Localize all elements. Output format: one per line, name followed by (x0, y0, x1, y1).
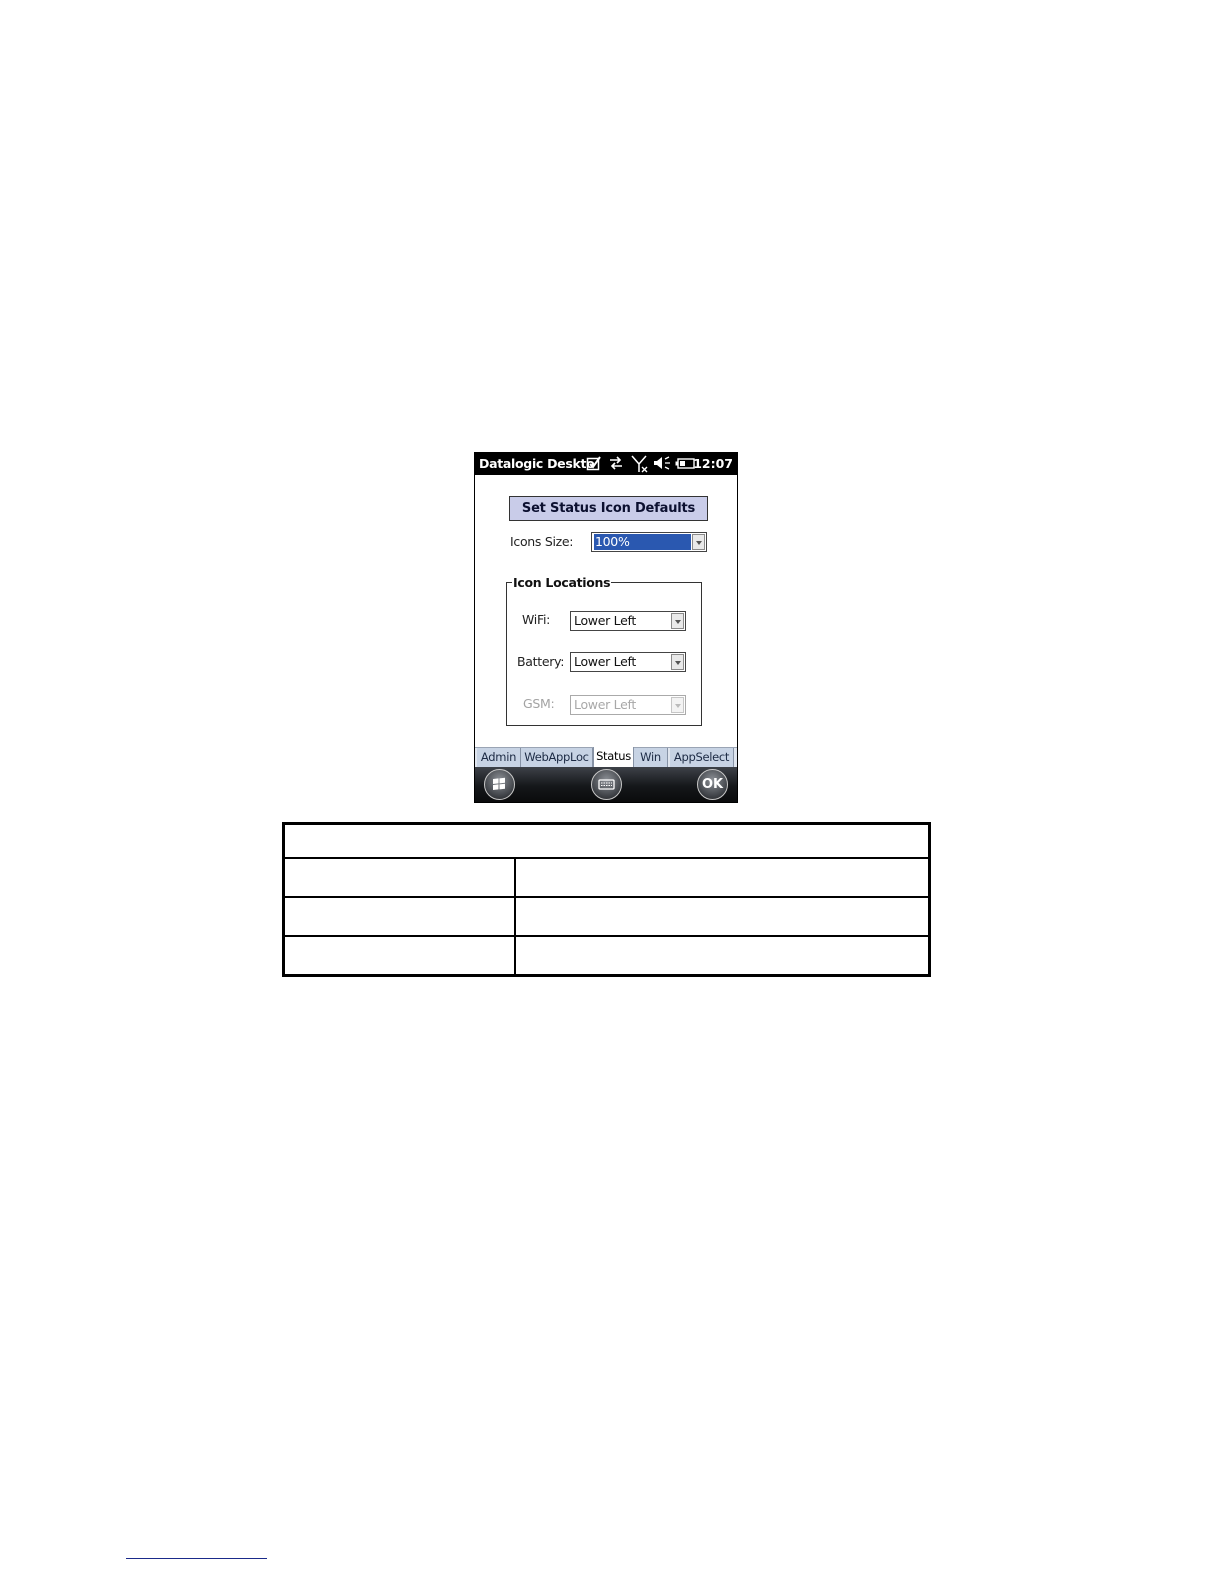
table-header-cell (282, 822, 931, 859)
tab-appselect[interactable]: AppSelect (670, 748, 734, 767)
table-cell (514, 935, 931, 977)
footnote-rule (126, 1558, 267, 1559)
tab-status[interactable]: Status (593, 747, 634, 767)
wifi-label: WiFi: (522, 612, 551, 627)
keyboard-icon[interactable] (591, 769, 622, 800)
table-cell (282, 896, 516, 937)
tab-webapploc[interactable]: WebAppLoc (521, 748, 593, 767)
sync-arrows-icon[interactable] (608, 455, 624, 476)
table-cell (282, 857, 516, 898)
table-row (282, 935, 931, 977)
dropdown-arrow-icon (671, 697, 684, 713)
tab-win[interactable]: Win (634, 748, 668, 767)
dropdown-arrow-icon[interactable] (671, 613, 684, 629)
icons-size-dropdown[interactable]: 100% (591, 532, 707, 552)
table-row (282, 857, 931, 898)
table-cell (282, 935, 516, 977)
set-status-icon-defaults-button[interactable]: Set Status Icon Defaults (509, 496, 708, 521)
table-cell (514, 857, 931, 898)
table-cell (514, 896, 931, 937)
clock[interactable]: 12:07 (693, 456, 733, 471)
gsm-label: GSM: (523, 696, 555, 711)
wifi-location-value: Lower Left (574, 613, 636, 628)
settings-panel: Set Status Icon Defaults Icons Size: 100… (475, 475, 737, 747)
ok-button[interactable]: OK (697, 769, 728, 800)
icon-locations-title: Icon Locations (512, 575, 612, 590)
dropdown-arrow-icon[interactable] (671, 654, 684, 670)
status-bar: Datalogic Deskto 12:07 (475, 453, 737, 475)
battery-location-dropdown[interactable]: Lower Left (570, 652, 686, 672)
battery-label: Battery: (517, 654, 565, 669)
windows-flag-icon[interactable] (484, 769, 515, 800)
speaker-muted-icon[interactable] (653, 455, 671, 476)
tab-strip: Admin WebAppLoc Status Win AppSelect (475, 747, 737, 767)
icons-size-value: 100% (594, 534, 691, 550)
app-title[interactable]: Datalogic Deskto (479, 456, 595, 471)
checkbox-icon[interactable] (586, 455, 602, 476)
gsm-location-value: Lower Left (574, 697, 636, 712)
table-header-row (282, 822, 931, 859)
icons-size-label: Icons Size: (510, 534, 574, 549)
wifi-location-dropdown[interactable]: Lower Left (570, 611, 686, 631)
document-table (282, 822, 931, 977)
table-row (282, 896, 931, 937)
gsm-location-dropdown: Lower Left (570, 695, 686, 715)
battery-location-value: Lower Left (574, 654, 636, 669)
tab-admin[interactable]: Admin (477, 748, 521, 767)
navigation-bar: OK (475, 767, 737, 802)
dropdown-arrow-icon[interactable] (692, 534, 705, 550)
device-screenshot: Datalogic Deskto 12:07 Set Status Icon D… (474, 452, 738, 803)
battery-icon[interactable] (675, 455, 695, 476)
